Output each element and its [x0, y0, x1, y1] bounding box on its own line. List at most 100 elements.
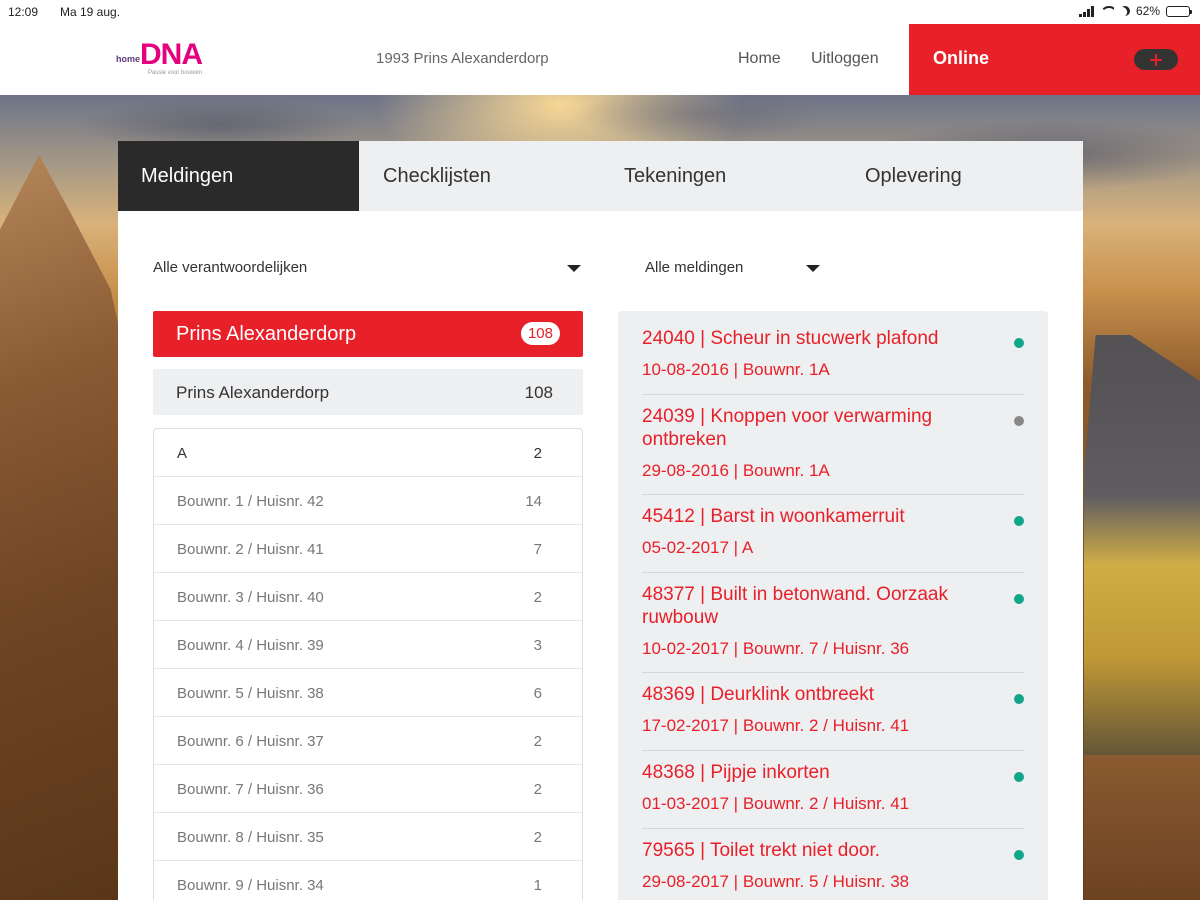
project-item[interactable]: Prins Alexanderdorp 108 — [153, 369, 583, 415]
message-item[interactable]: 79565 | Toilet trekt niet door. 29-08-20… — [642, 839, 1024, 900]
status-dot-icon — [1014, 594, 1024, 604]
unit-name: Bouwnr. 3 / Huisnr. 40 — [177, 589, 324, 606]
unit-row[interactable]: Bouwnr. 5 / Huisnr. 38 6 — [154, 669, 582, 717]
chevron-down-icon — [567, 265, 581, 272]
message-title: 48369 | Deurklink ontbreekt — [642, 684, 875, 705]
message-meta: 10-02-2017 | Bouwnr. 7 / Huisnr. 36 — [642, 639, 910, 658]
unit-row[interactable]: Bouwnr. 8 / Huisnr. 35 2 — [154, 813, 582, 861]
background-excavator — [1084, 335, 1200, 795]
tab-checklijsten[interactable]: Checklijsten — [359, 141, 600, 211]
unit-name: Bouwnr. 9 / Huisnr. 34 — [177, 877, 324, 894]
message-meta: 10-08-2016 | Bouwnr. 1A — [642, 360, 830, 379]
message-list: 24040 | Scheur in stucwerk plafond 10-08… — [618, 311, 1048, 900]
status-date: Ma 19 aug. — [60, 5, 121, 19]
unit-name: Bouwnr. 8 / Huisnr. 35 — [177, 829, 324, 846]
unit-name: Bouwnr. 5 / Huisnr. 38 — [177, 685, 324, 702]
unit-count: 14 — [525, 493, 542, 510]
unit-count: 2 — [533, 589, 542, 606]
unit-row[interactable]: Bouwnr. 6 / Huisnr. 37 2 — [154, 717, 582, 765]
status-bar: 12:09 Ma 19 aug. 62% — [0, 0, 1200, 24]
unit-count: 2 — [533, 829, 542, 846]
header-project-name: 1993 Prins Alexanderdorp — [376, 50, 549, 67]
project-item-active[interactable]: Prins Alexanderdorp 108 — [153, 311, 583, 357]
status-time: 12:09 — [8, 5, 39, 19]
tab-bar: Meldingen Checklijsten Tekeningen Opleve… — [118, 141, 1083, 211]
message-meta: 29-08-2017 | Bouwnr. 5 / Huisnr. 38 — [642, 872, 910, 891]
message-meta: 01-03-2017 | Bouwnr. 2 / Huisnr. 41 — [642, 794, 910, 813]
battery-icon — [1166, 5, 1192, 17]
status-dot-icon — [1014, 772, 1024, 782]
unit-row[interactable]: Bouwnr. 3 / Huisnr. 40 2 — [154, 573, 582, 621]
unit-row[interactable]: Bouwnr. 9 / Huisnr. 34 1 — [154, 861, 582, 900]
message-title: 48368 | Pijpje inkorten — [642, 762, 830, 783]
status-dot-icon — [1014, 416, 1024, 426]
main-panel: Meldingen Checklijsten Tekeningen Opleve… — [118, 141, 1083, 900]
tab-tekeningen[interactable]: Tekeningen — [600, 141, 841, 211]
logo-prefix: home — [116, 54, 141, 64]
responsible-filter-select[interactable]: Alle verantwoordelijken — [153, 259, 583, 276]
unit-name: Bouwnr. 7 / Huisnr. 36 — [177, 781, 324, 798]
status-dot-icon — [1014, 516, 1024, 526]
unit-count: 2 — [533, 781, 542, 798]
signal-icon — [1078, 5, 1094, 17]
unit-name: A — [177, 445, 188, 462]
message-title: 45412 | Barst in woonkamerruit — [642, 506, 905, 527]
message-item[interactable]: 48377 | Built in betonwand. Oorzaak ruwb… — [642, 583, 1024, 673]
unit-name: Bouwnr. 6 / Huisnr. 37 — [177, 733, 324, 750]
unit-name: Bouwnr. 1 / Huisnr. 42 — [177, 493, 324, 510]
nav-home-link[interactable]: Home — [738, 50, 781, 68]
unit-row[interactable]: Bouwnr. 4 / Huisnr. 39 3 — [154, 621, 582, 669]
status-dot-icon — [1014, 338, 1024, 348]
online-status-bar: Online — [909, 24, 1200, 95]
unit-list: A2 Bouwnr. 1 / Huisnr. 42 14 Bouwnr. 2 / … — [153, 428, 583, 900]
battery-percentage: 62% — [1135, 4, 1160, 18]
logo-wordmark: DNA — [140, 38, 203, 71]
project-count-badge: 108 — [520, 322, 560, 345]
background-dirt-pile — [0, 155, 130, 900]
message-item[interactable]: 24040 | Scheur in stucwerk plafond 10-08… — [642, 327, 1024, 395]
unit-count: 3 — [533, 637, 542, 654]
app-header: home DNA Passie voor bouwen 1993 Prins A… — [0, 24, 1200, 95]
message-title: 48377 | Built in betonwand. Oorzaak ruwb… — [642, 584, 948, 628]
add-button[interactable] — [1134, 49, 1178, 70]
tab-meldingen[interactable]: Meldingen — [118, 141, 359, 211]
unit-count: 1 — [533, 877, 542, 894]
project-count: 108 — [524, 383, 553, 402]
unit-count: 6 — [533, 685, 542, 702]
status-dot-icon — [1014, 850, 1024, 860]
responsible-filter-label: Alle verantwoordelijken — [153, 259, 308, 276]
message-meta: 17-02-2017 | Bouwnr. 2 / Huisnr. 41 — [642, 716, 910, 735]
unit-count: 2 — [533, 733, 542, 750]
unit-row[interactable]: Bouwnr. 2 / Huisnr. 41 7 — [154, 525, 582, 573]
message-title: 79565 | Toilet trekt niet door. — [642, 840, 881, 861]
unit-count: 2 — [533, 445, 542, 462]
nav-logout-link[interactable]: Uitloggen — [811, 50, 879, 68]
homedna-logo[interactable]: home DNA Passie voor bouwen — [116, 40, 216, 80]
wifi-icon — [1099, 5, 1114, 17]
unit-row[interactable]: Bouwnr. 1 / Huisnr. 42 14 — [154, 477, 582, 525]
background-ground — [1084, 755, 1200, 900]
messages-filter-select[interactable]: Alle meldingen — [645, 259, 825, 276]
project-name: Prins Alexanderdorp — [176, 323, 357, 345]
plus-icon — [1150, 53, 1162, 66]
messages-filter-label: Alle meldingen — [645, 259, 744, 276]
unit-name: Bouwnr. 4 / Huisnr. 39 — [177, 637, 324, 654]
message-item[interactable]: 24039 | Knoppen voor verwarming ontbreke… — [642, 405, 1024, 495]
message-item[interactable]: 45412 | Barst in woonkamerruit 05-02-201… — [642, 505, 1024, 573]
unit-row[interactable]: A2 — [154, 429, 582, 477]
unit-count: 7 — [533, 541, 542, 558]
project-name: Prins Alexanderdorp — [176, 383, 330, 402]
moon-icon — [1119, 5, 1132, 18]
chevron-down-icon — [806, 265, 820, 272]
message-meta: 05-02-2017 | A — [642, 538, 754, 557]
unit-name: Bouwnr. 2 / Huisnr. 41 — [177, 541, 324, 558]
unit-row[interactable]: Bouwnr. 7 / Huisnr. 36 2 — [154, 765, 582, 813]
message-item[interactable]: 48369 | Deurklink ontbreekt 17-02-2017 |… — [642, 683, 1024, 751]
message-title: 24040 | Scheur in stucwerk plafond — [642, 328, 939, 349]
tab-oplevering[interactable]: Oplevering — [841, 141, 1082, 211]
message-item[interactable]: 48368 | Pijpje inkorten 01-03-2017 | Bou… — [642, 761, 1024, 829]
online-label: Online — [933, 48, 990, 68]
logo-tagline: Passie voor bouwen — [148, 70, 203, 76]
status-dot-icon — [1014, 694, 1024, 704]
message-title: 24039 | Knoppen voor verwarming ontbreke… — [642, 406, 933, 450]
